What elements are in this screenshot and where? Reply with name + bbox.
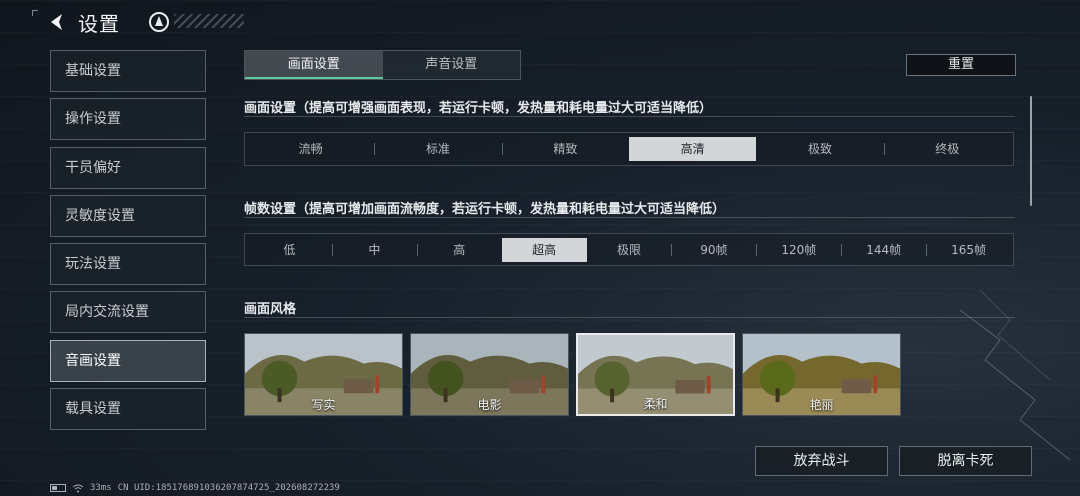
fps-option[interactable]: 中 bbox=[331, 238, 417, 262]
fps-divider bbox=[244, 217, 1015, 218]
uid-text: CN UID:185176891036207874725_20260827223… bbox=[117, 483, 340, 493]
sidebar-item-basic[interactable]: 基础设置 bbox=[50, 50, 206, 92]
style-card[interactable]: 电影 bbox=[410, 333, 569, 416]
fps-selector: 低中高超高 极限 90帧 120帧 144帧 165帧 bbox=[244, 233, 1014, 266]
style-label: 写实 bbox=[311, 398, 336, 412]
reset-button[interactable]: 重置 bbox=[906, 54, 1016, 76]
quality-option[interactable]: 极致 bbox=[756, 137, 883, 161]
wifi-icon bbox=[72, 484, 84, 492]
sidebar-item-controls[interactable]: 操作设置 bbox=[50, 98, 206, 141]
quality-option[interactable]: 终极 bbox=[883, 137, 1011, 161]
fps-option[interactable]: 144帧 bbox=[841, 238, 926, 262]
sidebar-item-operator-preference[interactable]: 干员偏好 bbox=[50, 146, 206, 189]
style-card[interactable]: 柔和 bbox=[576, 333, 735, 416]
fps-option[interactable]: 超高 bbox=[501, 237, 587, 262]
fps-option[interactable]: 90帧 bbox=[671, 238, 756, 262]
back-arrow-icon[interactable] bbox=[46, 11, 68, 33]
battery-icon bbox=[50, 484, 66, 492]
sidebar-item-vehicle[interactable]: 载具设置 bbox=[50, 388, 206, 431]
fps-option[interactable]: 极限 bbox=[587, 238, 672, 262]
unstuck-button[interactable]: 脱离卡死 bbox=[899, 446, 1032, 476]
style-card[interactable]: 艳丽 bbox=[742, 333, 901, 416]
style-card[interactable]: 写实 bbox=[244, 333, 403, 416]
style-cards: 写实 电影 柔和 艳丽 bbox=[244, 333, 901, 416]
quality-option[interactable]: 高清 bbox=[628, 137, 757, 161]
page-title: 设置 bbox=[78, 12, 120, 36]
fps-option[interactable]: 120帧 bbox=[756, 238, 841, 262]
style-label: 电影 bbox=[477, 398, 502, 412]
fps-option[interactable]: 高 bbox=[416, 238, 502, 262]
ping-value: 33ms bbox=[90, 483, 112, 493]
settings-tabs: 画面设置 声音设置 bbox=[244, 50, 521, 80]
fps-option[interactable]: 165帧 bbox=[926, 238, 1011, 262]
style-label: 艳丽 bbox=[809, 398, 834, 412]
status-bar: 33ms CN UID:185176891036207874725_202608… bbox=[50, 483, 340, 493]
sidebar-item-sensitivity[interactable]: 灵敏度设置 bbox=[50, 194, 206, 237]
corner-mark bbox=[32, 10, 38, 16]
header: 设置 bbox=[0, 0, 260, 44]
quality-option[interactable]: 标准 bbox=[374, 137, 501, 161]
game-logo-icon bbox=[149, 12, 169, 32]
quality-option[interactable]: 精致 bbox=[501, 137, 629, 161]
sidebar-item-communication[interactable]: 局内交流设置 bbox=[50, 291, 206, 334]
style-divider bbox=[244, 317, 1015, 318]
abandon-battle-button[interactable]: 放弃战斗 bbox=[755, 446, 888, 476]
header-hatch-decoration bbox=[174, 14, 244, 28]
quality-divider bbox=[244, 116, 1015, 117]
sidebar: 基础设置 操作设置 干员偏好 灵敏度设置 玩法设置 局内交流设置 音画设置 载具… bbox=[50, 50, 206, 436]
fps-option[interactable]: 低 bbox=[247, 238, 332, 262]
tab-sound[interactable]: 声音设置 bbox=[383, 51, 521, 79]
sidebar-item-gameplay[interactable]: 玩法设置 bbox=[50, 243, 206, 286]
quality-section-title: 画面设置（提高可增强画面表现，若运行卡顿，发热量和耗电量过大可适当降低） bbox=[244, 101, 713, 116]
style-label: 柔和 bbox=[643, 397, 668, 411]
sidebar-item-audio-video[interactable]: 音画设置 bbox=[50, 339, 206, 382]
scrollbar[interactable] bbox=[1030, 96, 1032, 206]
quality-selector: 流畅 标准 精致 高清 极致 终极 bbox=[244, 132, 1014, 166]
quality-option[interactable]: 流畅 bbox=[247, 137, 374, 161]
fps-section-title: 帧数设置（提高可增加画面流畅度，若运行卡顿，发热量和耗电量过大可适当降低） bbox=[244, 202, 726, 217]
tab-graphics[interactable]: 画面设置 bbox=[245, 51, 383, 79]
style-section-title: 画面风格 bbox=[244, 302, 297, 317]
